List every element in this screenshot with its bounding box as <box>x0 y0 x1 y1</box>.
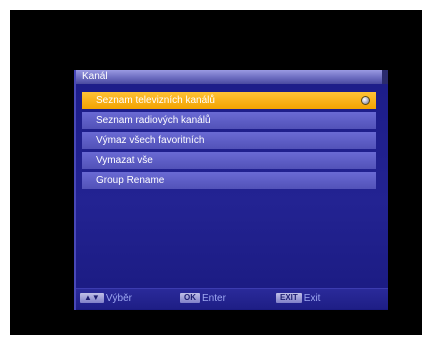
hint-enter: OK Enter <box>180 293 226 305</box>
menu-item-delete-favorites[interactable]: Výmaz všech favoritních <box>82 132 376 149</box>
hint-exit-label: Exit <box>303 293 321 304</box>
hint-navigate-label: Výběr <box>105 293 132 304</box>
menu-item-radio-channels[interactable]: Seznam radiových kanálů <box>82 112 376 129</box>
channel-menu-panel: Kanál Seznam televizních kanálů Seznam r… <box>74 70 388 310</box>
hint-exit: EXIT Exit <box>276 293 320 305</box>
menu-list: Seznam televizních kanálů Seznam radiový… <box>82 92 376 192</box>
tv-screen: Kanál Seznam televizních kanálů Seznam r… <box>10 10 422 335</box>
menu-item-label: Výmaz všech favoritních <box>96 135 205 146</box>
title-bar: Kanál <box>76 70 388 84</box>
exit-key-icon: EXIT <box>276 293 302 304</box>
menu-item-label: Vymazat vše <box>96 155 153 166</box>
menu-item-label: Group Rename <box>96 175 165 186</box>
radio-dot-icon <box>361 96 370 105</box>
page-title: Kanál <box>82 71 108 82</box>
menu-item-label: Seznam radiových kanálů <box>96 115 211 126</box>
ok-key-icon: OK <box>180 293 200 304</box>
arrow-keys-icon: ▲▼ <box>80 293 104 304</box>
menu-item-label: Seznam televizních kanálů <box>96 95 215 106</box>
hint-navigate: ▲▼ Výběr <box>80 293 132 305</box>
key-hint-bar: ▲▼ Výběr OK Enter EXIT Exit <box>76 288 388 309</box>
menu-item-tv-channels[interactable]: Seznam televizních kanálů <box>82 92 376 109</box>
hint-enter-label: Enter <box>202 293 226 304</box>
menu-item-delete-all[interactable]: Vymazat vše <box>82 152 376 169</box>
menu-item-group-rename[interactable]: Group Rename <box>82 172 376 189</box>
